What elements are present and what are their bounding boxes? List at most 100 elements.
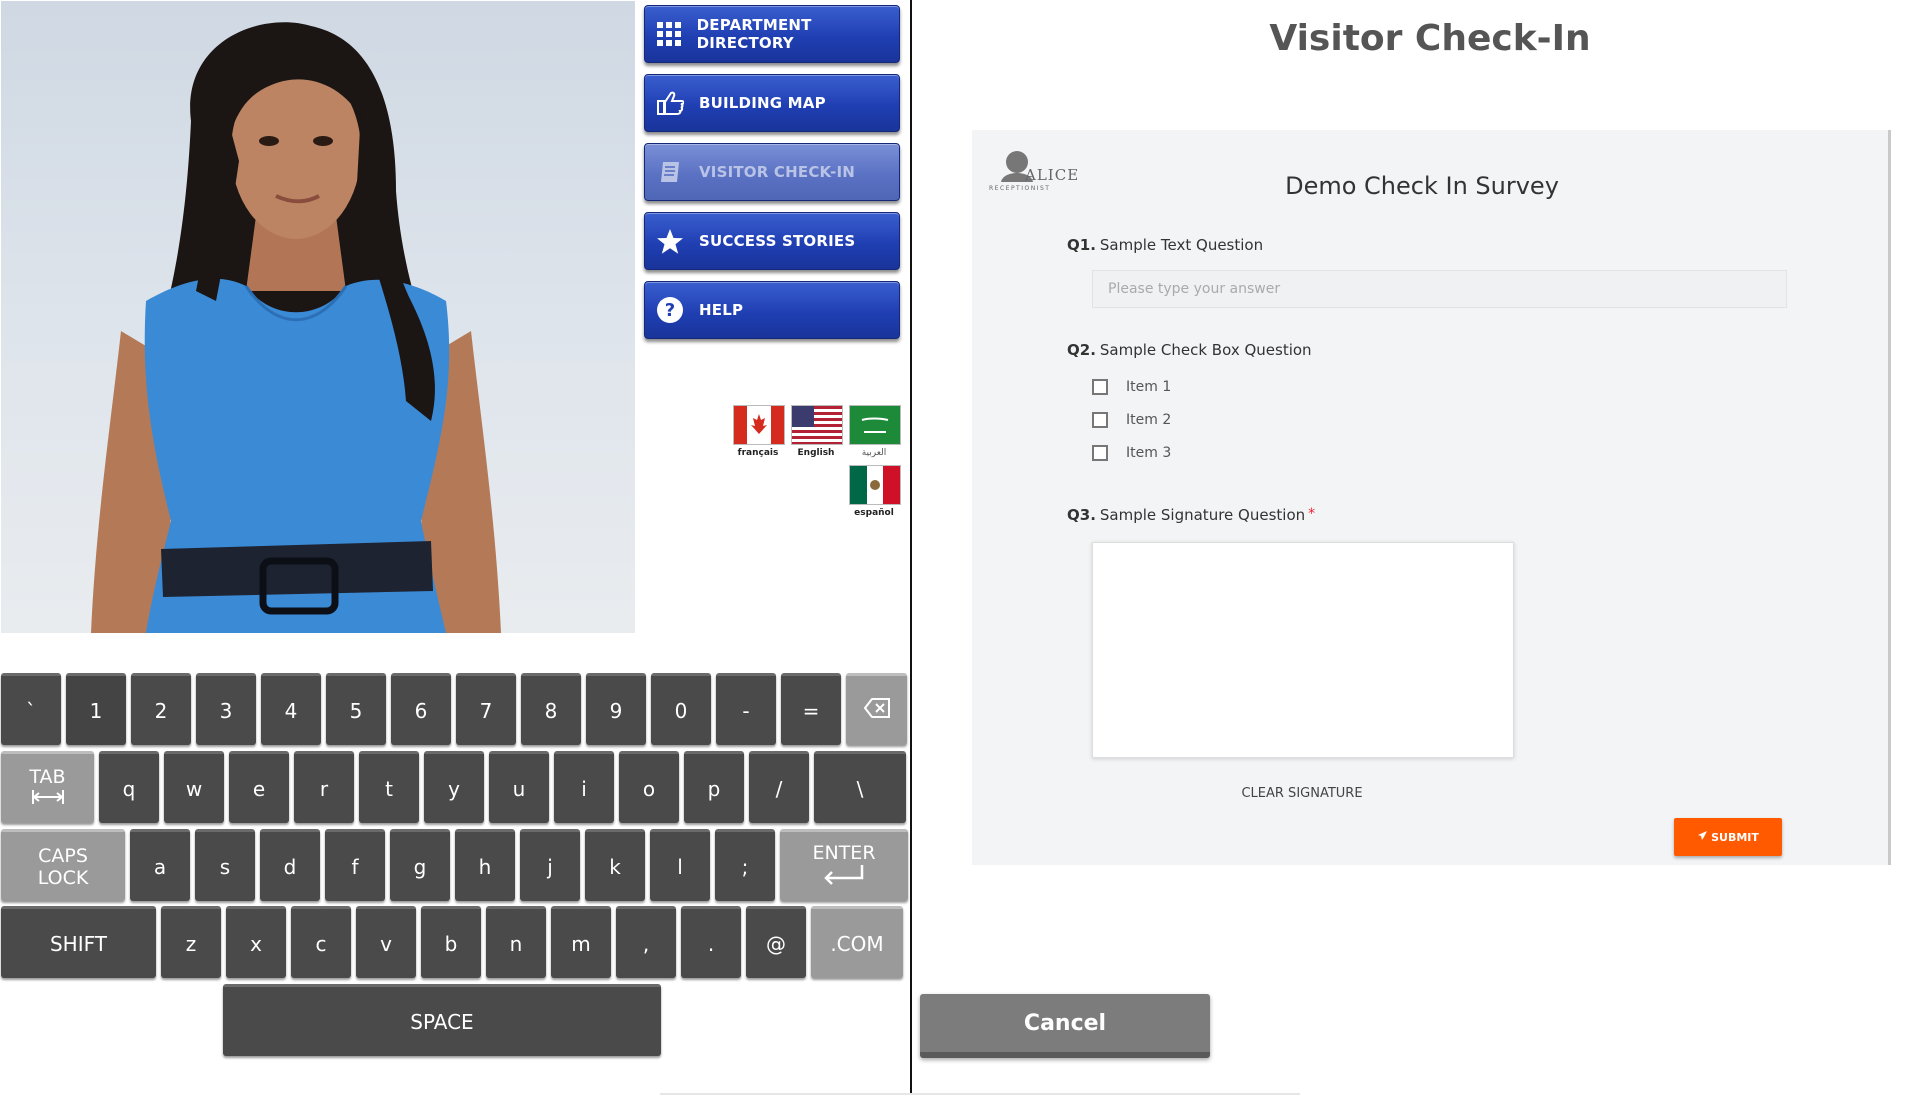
key-0[interactable]: 0 xyxy=(651,673,711,745)
department-directory-button[interactable]: DEPARTMENT DIRECTORY xyxy=(644,5,900,63)
key-1[interactable]: 1 xyxy=(66,673,126,745)
key-e[interactable]: e xyxy=(229,751,289,823)
signature-pad[interactable] xyxy=(1092,542,1514,758)
key-comma[interactable]: , xyxy=(616,906,676,978)
backspace-key[interactable] xyxy=(846,673,907,745)
question-text: Sample Signature Question xyxy=(1099,506,1306,524)
question-number: Q1. xyxy=(1067,236,1096,254)
key-period[interactable]: . xyxy=(681,906,741,978)
key-5[interactable]: 5 xyxy=(326,673,386,745)
text-answer-input[interactable] xyxy=(1092,270,1787,308)
usa-flag-icon xyxy=(791,405,843,445)
key-backtick[interactable]: ` xyxy=(1,673,61,745)
keyboard-row-bottom: SHIFT z x c v b n m , . @ .COM xyxy=(1,906,903,979)
key-v[interactable]: v xyxy=(356,906,416,978)
key-w[interactable]: w xyxy=(164,751,224,823)
question-text: Sample Text Question xyxy=(1099,236,1264,254)
key-i[interactable]: i xyxy=(554,751,614,823)
space-key[interactable]: SPACE xyxy=(223,984,661,1056)
checkbox[interactable] xyxy=(1092,379,1108,395)
question-3-label: Q3. Sample Signature Question * xyxy=(1067,506,1315,524)
survey-form: ALICE RECEPTIONIST Demo Check In Survey … xyxy=(972,130,1891,865)
key-l[interactable]: l xyxy=(650,829,710,901)
checkbox-item-1[interactable]: Item 1 xyxy=(1092,379,1171,395)
thumbs-pointing-icon xyxy=(653,86,687,120)
cancel-button[interactable]: Cancel xyxy=(920,994,1210,1058)
tab-key[interactable]: TAB xyxy=(1,751,94,823)
key-y[interactable]: y xyxy=(424,751,484,823)
panel-divider xyxy=(910,0,912,1095)
clear-signature-button[interactable]: CLEAR SIGNATURE xyxy=(1172,786,1432,801)
checkbox-item-2[interactable]: Item 2 xyxy=(1092,412,1171,428)
question-number: Q2. xyxy=(1067,341,1096,359)
submit-button[interactable]: SUBMIT xyxy=(1674,818,1782,856)
menu-label: SUCCESS STORIES xyxy=(699,232,856,250)
success-stories-button[interactable]: SUCCESS STORIES xyxy=(644,212,900,270)
key-o[interactable]: o xyxy=(619,751,679,823)
checkbox[interactable] xyxy=(1092,445,1108,461)
key-x[interactable]: x xyxy=(226,906,286,978)
key-u[interactable]: u xyxy=(489,751,549,823)
key-6[interactable]: 6 xyxy=(391,673,451,745)
key-t[interactable]: t xyxy=(359,751,419,823)
key-b[interactable]: b xyxy=(421,906,481,978)
key-g[interactable]: g xyxy=(390,829,450,901)
tab-label: TAB xyxy=(29,766,66,788)
key-n[interactable]: n xyxy=(486,906,546,978)
question-number: Q3. xyxy=(1067,506,1096,524)
key-9[interactable]: 9 xyxy=(586,673,646,745)
question-1-label: Q1. Sample Text Question xyxy=(1067,236,1263,254)
key-m[interactable]: m xyxy=(551,906,611,978)
key-k[interactable]: k xyxy=(585,829,645,901)
enter-arrow-icon xyxy=(822,864,866,891)
key-a[interactable]: a xyxy=(130,829,190,901)
key-2[interactable]: 2 xyxy=(131,673,191,745)
key-7[interactable]: 7 xyxy=(456,673,516,745)
key-minus[interactable]: - xyxy=(716,673,776,745)
key-s[interactable]: s xyxy=(195,829,255,901)
building-map-button[interactable]: BUILDING MAP xyxy=(644,74,900,132)
keyboard-row-home: CAPS LOCK a s d f g h j k l ; ENTER xyxy=(1,829,908,902)
dot-com-key[interactable]: .COM xyxy=(811,906,903,978)
caps-label: CAPS xyxy=(38,844,88,867)
question-icon: ? xyxy=(653,293,687,327)
submit-label: SUBMIT xyxy=(1711,830,1759,844)
language-spanish[interactable]: español xyxy=(849,465,901,518)
canada-flag-icon xyxy=(733,405,785,445)
key-h[interactable]: h xyxy=(455,829,515,901)
key-8[interactable]: 8 xyxy=(521,673,581,745)
key-q[interactable]: q xyxy=(99,751,159,823)
caps-lock-key[interactable]: CAPS LOCK xyxy=(1,829,125,901)
menu-label: BUILDING MAP xyxy=(699,94,826,112)
key-slash[interactable]: / xyxy=(749,751,809,823)
key-semicolon[interactable]: ; xyxy=(715,829,775,901)
key-c[interactable]: c xyxy=(291,906,351,978)
key-p[interactable]: p xyxy=(684,751,744,823)
enter-key[interactable]: ENTER xyxy=(780,829,908,901)
key-4[interactable]: 4 xyxy=(261,673,321,745)
key-z[interactable]: z xyxy=(161,906,221,978)
key-at[interactable]: @ xyxy=(746,906,806,978)
key-d[interactable]: d xyxy=(260,829,320,901)
key-equals[interactable]: = xyxy=(781,673,841,745)
shift-key[interactable]: SHIFT xyxy=(1,906,156,978)
language-selector: français English العربية español xyxy=(727,405,903,520)
keyboard-row-numbers: ` 1 2 3 4 5 6 7 8 9 0 - = xyxy=(1,673,907,746)
checkbox-label: Item 2 xyxy=(1126,412,1172,428)
language-label: العربية xyxy=(861,448,887,458)
keyboard-row-qwerty: TAB q w e r t y u i o p / \ xyxy=(1,751,906,824)
language-english[interactable]: English xyxy=(791,405,843,458)
language-arabic[interactable]: العربية xyxy=(849,405,901,458)
key-j[interactable]: j xyxy=(520,829,580,901)
visitor-check-in-button[interactable]: VISITOR CHECK-IN xyxy=(644,143,900,201)
language-french[interactable]: français xyxy=(733,405,785,458)
key-backslash[interactable]: \ xyxy=(814,751,906,823)
key-f[interactable]: f xyxy=(325,829,385,901)
page-title: Visitor Check-In xyxy=(1269,18,1591,59)
key-r[interactable]: r xyxy=(294,751,354,823)
checkbox-item-3[interactable]: Item 3 xyxy=(1092,445,1171,461)
key-3[interactable]: 3 xyxy=(196,673,256,745)
checkbox[interactable] xyxy=(1092,412,1108,428)
keyboard-row-space: SPACE xyxy=(223,984,661,1057)
help-button[interactable]: ? HELP xyxy=(644,281,900,339)
